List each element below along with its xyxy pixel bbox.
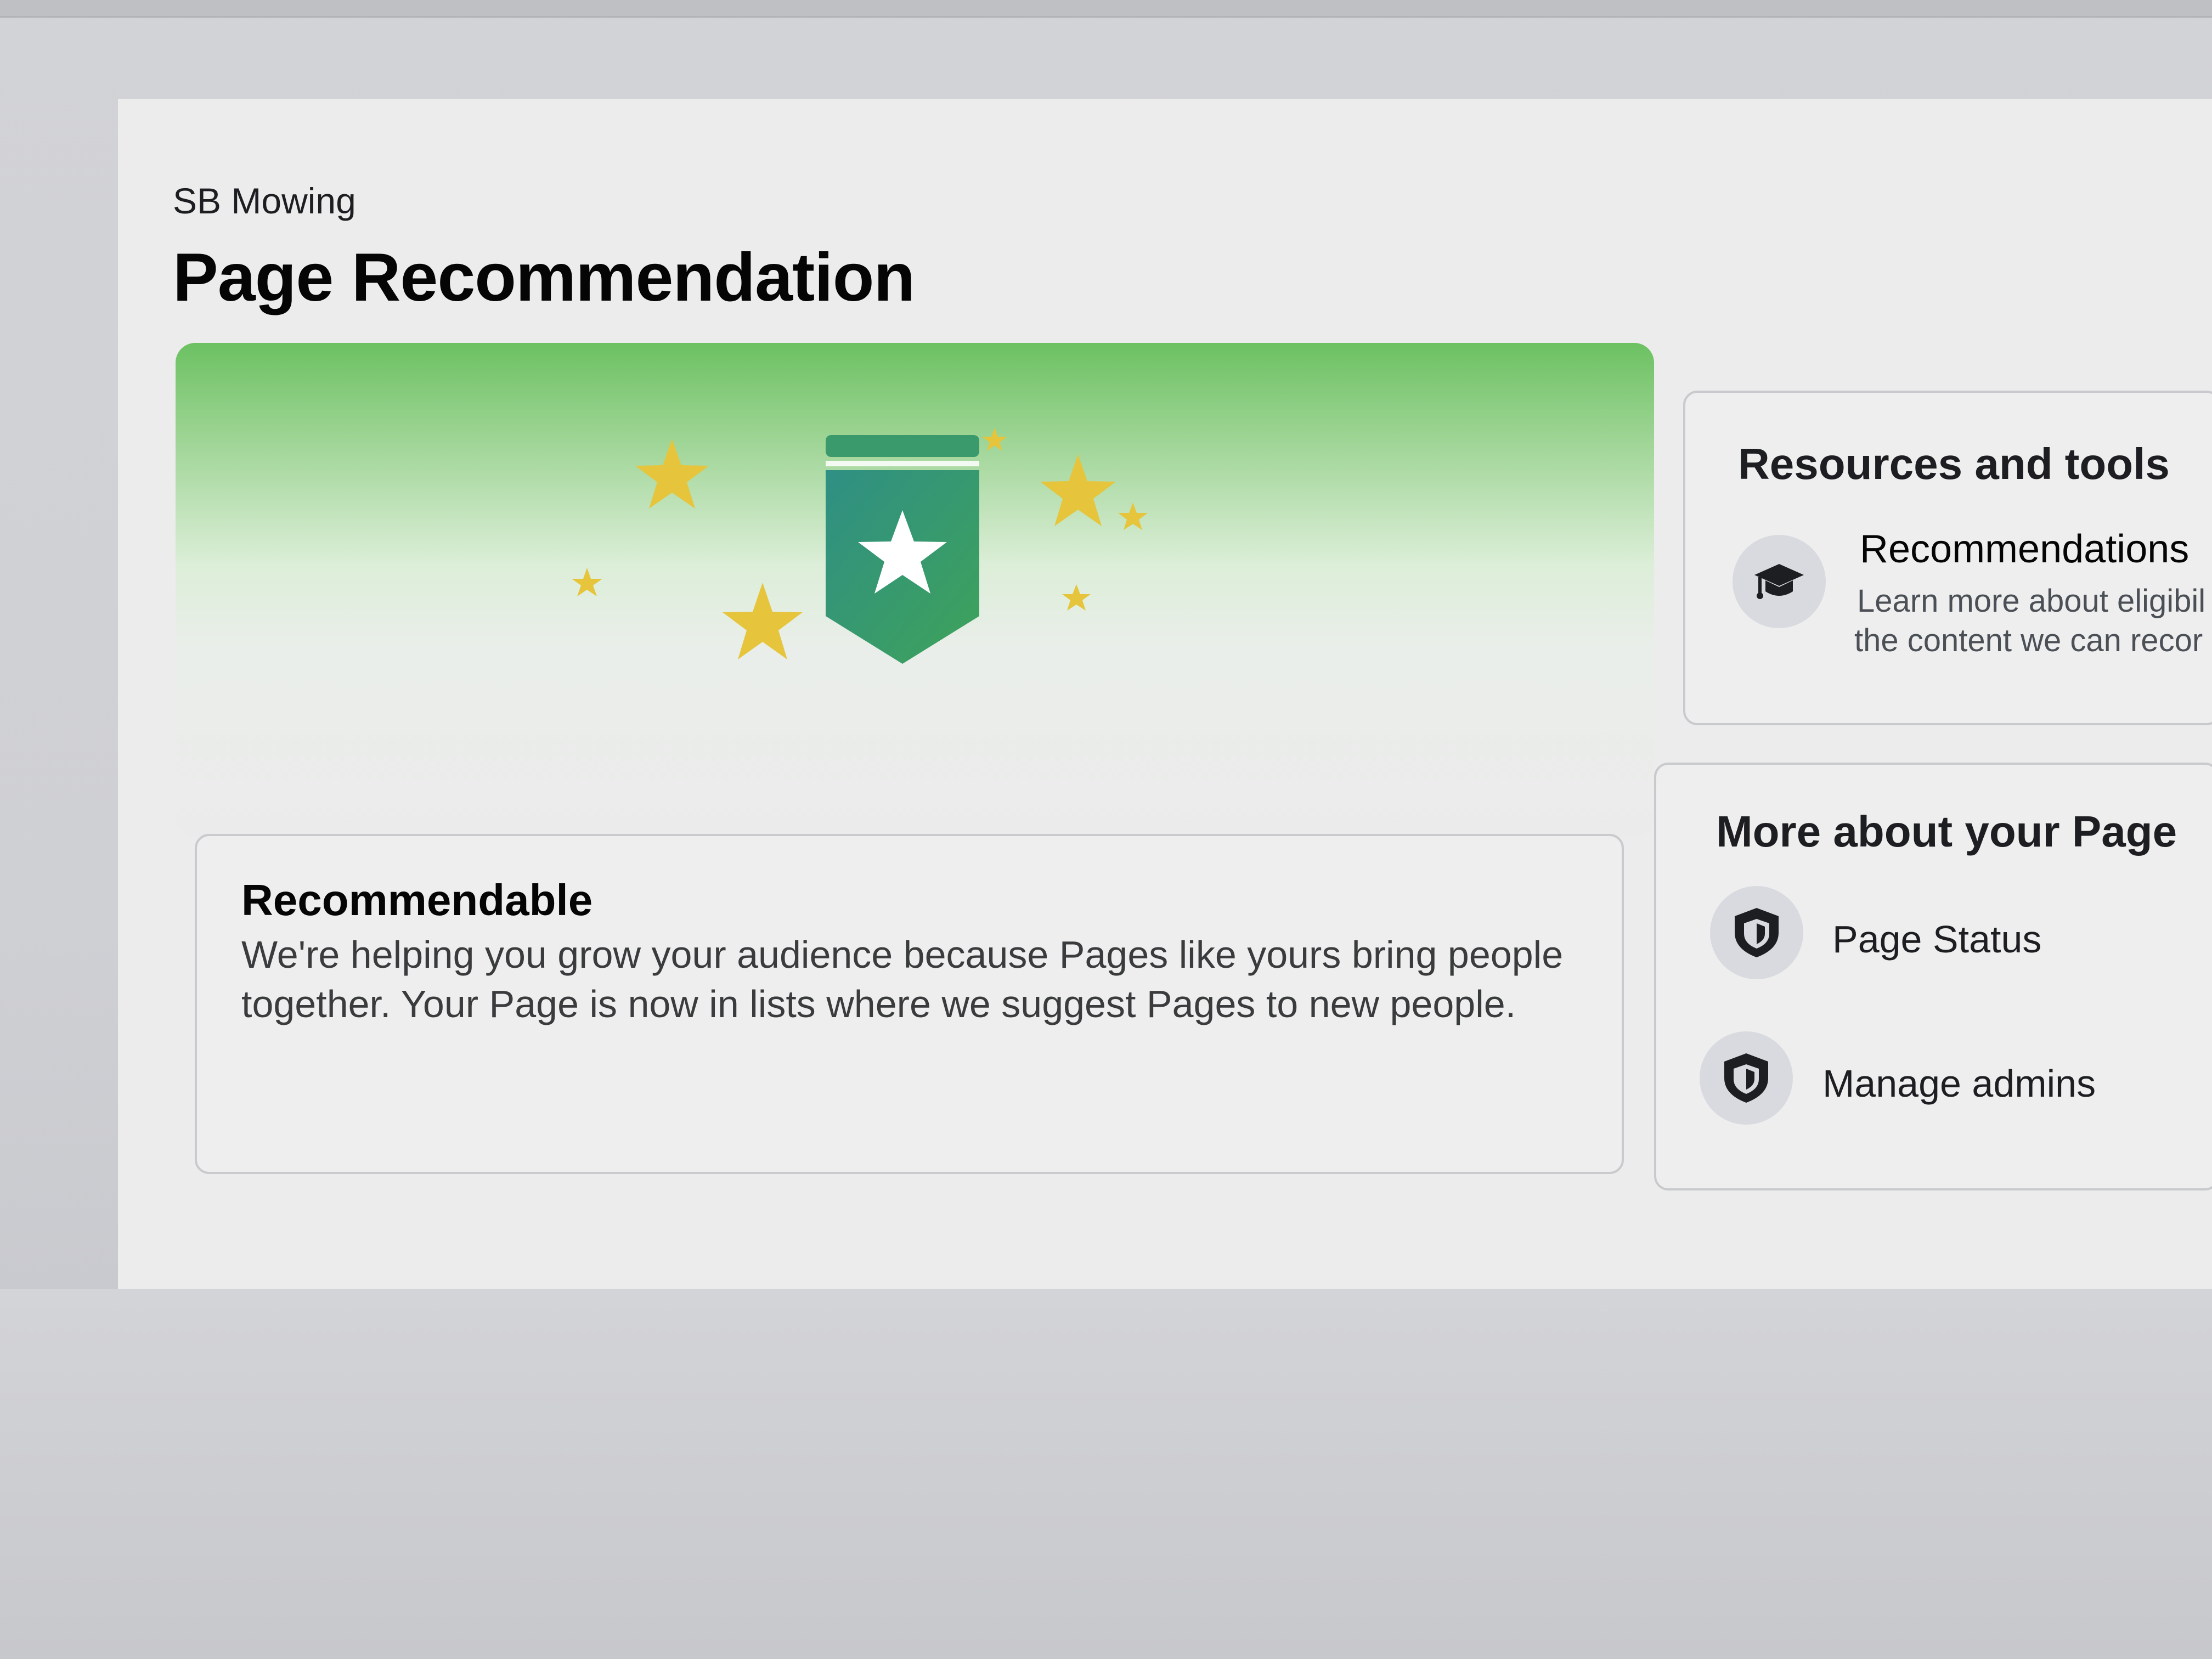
recommendation-badge-illustration — [572, 428, 1148, 664]
star-icon — [1040, 454, 1116, 526]
resources-title: Resources and tools — [1738, 439, 2170, 488]
manage-admins-label: Manage admins — [1822, 1062, 2096, 1105]
status-title: Recommendable — [241, 876, 593, 924]
badge-icon — [826, 435, 979, 664]
star-icon — [1118, 503, 1148, 530]
star-icon — [982, 428, 1007, 451]
status-description: We're helping you grow your audience bec… — [241, 933, 1564, 1025]
resource-item-title: Recommendations — [1860, 527, 2190, 571]
resource-item-desc: Learn more about eligibil — [1857, 583, 2206, 619]
hero-banner — [176, 343, 1654, 837]
star-icon — [635, 439, 709, 509]
bezel-background — [0, 1289, 2212, 1659]
more-about-title: More about your Page — [1716, 807, 2177, 856]
page-title: Page Recommendation — [173, 240, 915, 315]
page-status-label: Page Status — [1832, 918, 2042, 961]
graduation-cap-icon — [1733, 535, 1826, 628]
resource-item-desc: the content we can recor — [1854, 623, 2203, 658]
star-icon — [572, 568, 602, 596]
star-icon — [723, 583, 803, 659]
shield-icon — [1700, 1031, 1793, 1125]
star-icon — [1062, 584, 1091, 611]
shield-icon — [1710, 886, 1803, 979]
page-name: SB Mowing — [173, 180, 356, 221]
top-bar — [0, 0, 2212, 18]
